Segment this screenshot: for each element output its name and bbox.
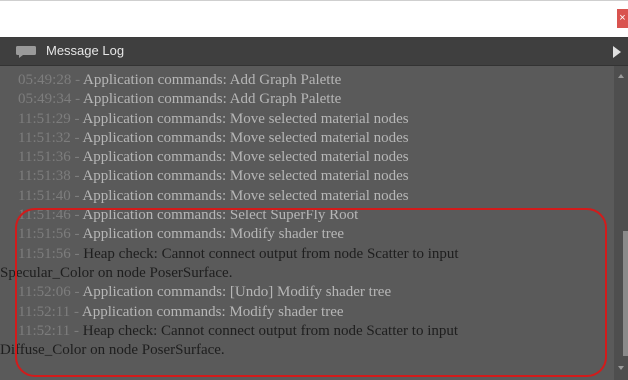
log-entry: 11:52:06 - Application commands: [Undo] … [18, 283, 608, 302]
log-entry: 11:51:36 - Application commands: Move se… [18, 148, 608, 167]
log-entry-heap-check: 11:52:11 - Heap check: Cannot connect ou… [0, 322, 608, 361]
log-entry: 11:51:40 - Application commands: Move se… [18, 187, 608, 206]
panel-title: Message Log [46, 43, 125, 58]
log-entry: 11:51:46 - Application commands: Select … [18, 206, 608, 225]
log-separator: - [70, 110, 83, 127]
log-message: Application commands: Select SuperFly Ro… [82, 207, 359, 224]
log-separator: - [70, 284, 83, 301]
log-timestamp: 11:52:11 [18, 303, 71, 320]
log-separator: - [70, 207, 83, 224]
log-message: Application commands: Modify shader tree [81, 303, 344, 320]
log-separator: - [71, 91, 84, 108]
log-entry: 05:49:34 - Application commands: Add Gra… [18, 90, 608, 109]
close-icon[interactable]: × [617, 9, 628, 28]
log-entry: 11:51:32 - Application commands: Move se… [18, 129, 608, 148]
log-message: Application commands: Move selected mate… [82, 110, 409, 127]
log-timestamp: 11:51:56 [18, 245, 71, 262]
log-entry: 11:51:29 - Application commands: Move se… [18, 110, 608, 129]
log-separator: - [70, 187, 83, 204]
log-separator: - [71, 72, 84, 88]
log-message-continuation: Specular_Color on node PoserSurface. [0, 264, 233, 281]
triangle-right-icon[interactable] [612, 45, 622, 59]
log-timestamp: 11:51:46 [18, 207, 71, 224]
log-message: Application commands: Move selected mate… [82, 149, 409, 166]
log-message: Application commands: Move selected mate… [82, 129, 409, 146]
log-separator: - [70, 303, 82, 320]
log-body[interactable]: 05:49:28 - Application commands: Add Gra… [0, 66, 614, 380]
log-message: Application commands: Add Graph Palette [83, 72, 342, 88]
log-entry: 11:51:38 - Application commands: Move se… [18, 167, 608, 186]
log-separator: - [70, 322, 83, 339]
log-message: Application commands: Modify shader tree [82, 226, 345, 243]
log-entry-heap-check: 11:51:56 - Heap check: Cannot connect ou… [0, 245, 608, 284]
vertical-scrollbar[interactable] [614, 66, 628, 380]
log-timestamp: 11:51:29 [18, 110, 71, 127]
log-separator: - [70, 168, 83, 185]
log-message: Application commands: Move selected mate… [82, 168, 409, 185]
log-timestamp: 11:51:36 [18, 149, 71, 166]
scroll-thumb[interactable] [623, 231, 628, 356]
log-timestamp: 11:51:32 [18, 129, 71, 146]
log-lines: 05:49:28 - Application commands: Add Gra… [0, 71, 608, 361]
log-timestamp: 05:49:34 [18, 91, 72, 108]
log-timestamp: 11:51:38 [18, 168, 71, 185]
log-separator: - [70, 245, 84, 262]
log-timestamp: 11:52:06 [18, 284, 71, 301]
log-message-continuation: Diffuse_Color on node PoserSurface. [0, 342, 225, 359]
log-message: Application commands: [Undo] Modify shad… [82, 284, 392, 301]
log-entry: 05:49:28 - Application commands: Add Gra… [18, 71, 608, 90]
log-timestamp: 05:49:28 [18, 72, 72, 88]
log-separator: - [70, 149, 83, 166]
log-message: Heap check: Cannot connect output from n… [82, 322, 459, 339]
log-entry: 11:52:11 - Application commands: Modify … [18, 303, 608, 322]
log-timestamp: 11:51:56 [18, 226, 71, 243]
log-message: Application commands: Move selected mate… [82, 187, 409, 204]
scroll-down-icon[interactable] [618, 366, 624, 370]
log-timestamp: 11:51:40 [18, 187, 71, 204]
top-divider [0, 0, 628, 1]
speech-bubble-icon [16, 46, 36, 58]
log-message: Application commands: Add Graph Palette [83, 91, 342, 108]
scroll-up-icon[interactable] [618, 74, 624, 78]
log-separator: - [70, 226, 83, 243]
log-timestamp: 11:52:11 [18, 322, 71, 339]
panel-header[interactable]: Message Log [0, 38, 628, 66]
log-separator: - [70, 129, 83, 146]
message-log-panel: Message Log 05:49:28 - Application comma… [0, 37, 628, 380]
log-entry: 11:51:56 - Application commands: Modify … [18, 225, 608, 244]
log-message: Heap check: Cannot connect output from n… [83, 245, 459, 262]
